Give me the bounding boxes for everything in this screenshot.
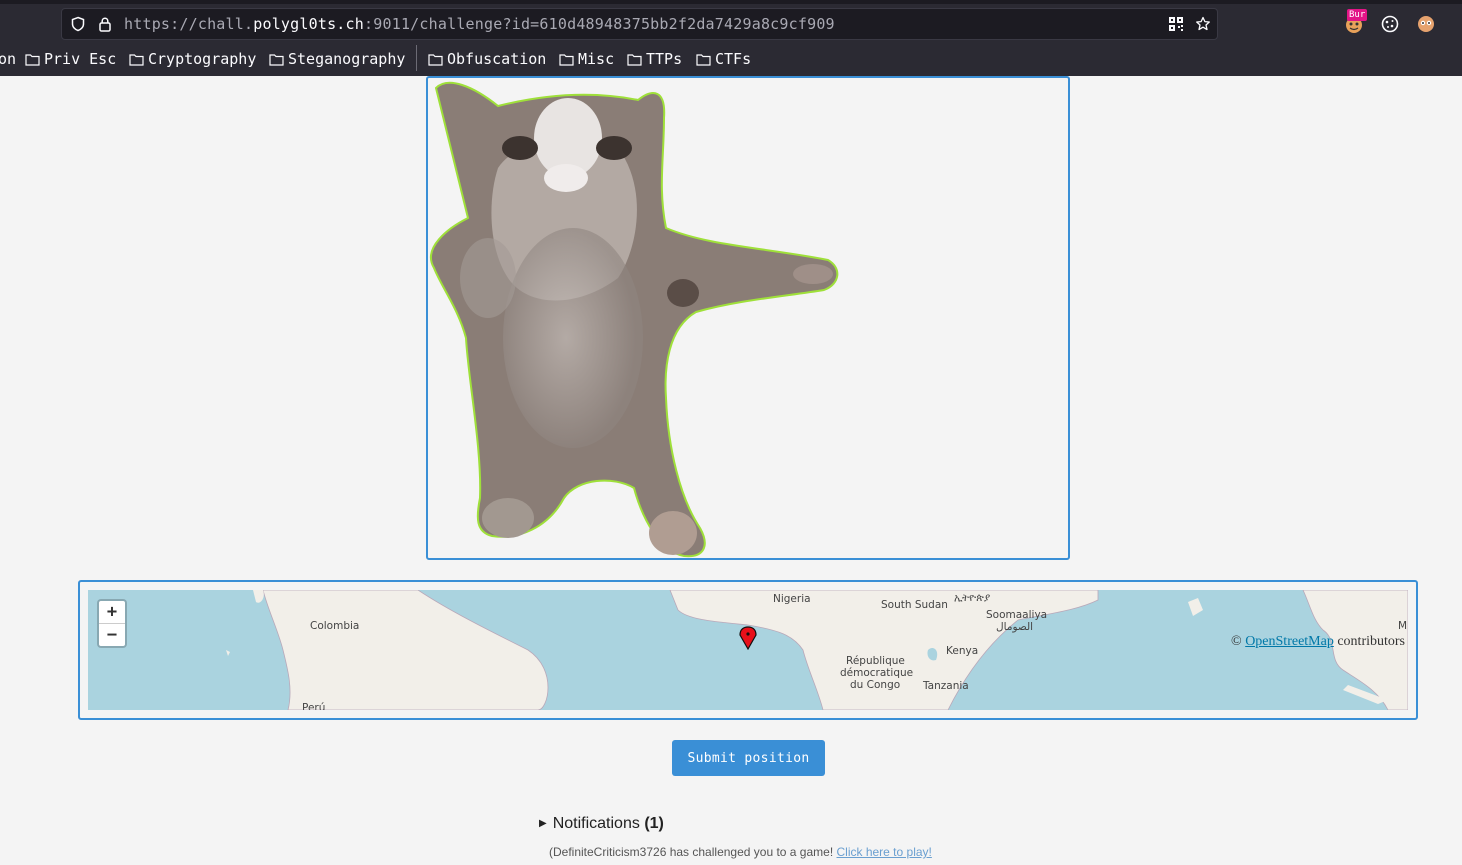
map-tiles bbox=[226, 590, 1408, 710]
map-label-tanzania: Tanzania bbox=[923, 680, 969, 692]
notifications-count: (1) bbox=[644, 815, 664, 832]
bookmark-label: CTFs bbox=[715, 50, 752, 68]
cat-image bbox=[430, 81, 839, 558]
bookmark-item-partial[interactable]: on bbox=[0, 48, 16, 70]
map-frame: Colombia Perú Nigeria South Sudan ኢትዮጵያ … bbox=[78, 580, 1418, 720]
folder-icon bbox=[696, 53, 711, 66]
bookmark-folder-misc[interactable]: Misc bbox=[559, 48, 614, 70]
url-path: :9011/challenge?id=610d48948375bb2f2da74… bbox=[364, 15, 835, 33]
map-label-drc-line1: République bbox=[846, 655, 905, 667]
zoom-in-button[interactable]: + bbox=[99, 601, 125, 624]
extension-badge: Bur bbox=[1347, 9, 1368, 21]
cookie-icon[interactable] bbox=[1380, 14, 1400, 34]
folder-icon bbox=[25, 53, 40, 66]
map-attribution: © OpenStreetMap contributors bbox=[1231, 634, 1405, 650]
lock-icon[interactable] bbox=[97, 16, 113, 32]
tab-strip bbox=[0, 0, 1462, 4]
map-label-colombia: Colombia bbox=[310, 620, 360, 632]
url-prefix: https://chall. bbox=[124, 15, 254, 33]
bookmark-label: TTPs bbox=[646, 50, 683, 68]
folder-icon bbox=[559, 53, 574, 66]
bookmark-label: Cryptography bbox=[148, 50, 257, 68]
map-label-ethiopia: ኢትዮጵያ bbox=[954, 592, 991, 604]
attribution-suffix: contributors bbox=[1337, 634, 1405, 649]
attribution-copyright: © bbox=[1231, 634, 1242, 649]
extension-avatar-icon[interactable] bbox=[1416, 14, 1436, 34]
map-label-somalia-arabic: الصومال bbox=[996, 621, 1034, 633]
world-map[interactable]: Colombia Perú Nigeria South Sudan ኢትዮጵያ … bbox=[88, 590, 1408, 710]
bookmark-folder-priv-esc[interactable]: Priv Esc bbox=[25, 48, 116, 70]
notifications-label: Notifications bbox=[552, 815, 640, 832]
folder-icon bbox=[269, 53, 284, 66]
bookmark-folder-ttps[interactable]: TTPs bbox=[627, 48, 682, 70]
folder-icon bbox=[627, 53, 642, 66]
disclosure-triangle-icon: ▶ bbox=[539, 818, 547, 829]
bookmark-folder-ctfs[interactable]: CTFs bbox=[696, 48, 751, 70]
map-label-nigeria: Nigeria bbox=[773, 593, 811, 605]
notification-text: (DefiniteCriticism3726 has challenged yo… bbox=[549, 845, 834, 859]
url-text[interactable]: https://chall.polygl0ts.ch:9011/challeng… bbox=[124, 15, 835, 33]
bookmark-label: Obfuscation bbox=[447, 50, 547, 68]
bookmarks-toolbar: on Priv Esc Cryptography Steganography O… bbox=[0, 48, 1462, 70]
folder-icon bbox=[428, 53, 443, 66]
challenge-image-frame bbox=[426, 76, 1070, 560]
browser-chrome: https://chall.polygl0ts.ch:9011/challeng… bbox=[0, 0, 1462, 76]
notifications-summary[interactable]: ▶ Notifications (1) bbox=[539, 815, 664, 833]
notification-message: (DefiniteCriticism3726 has challenged yo… bbox=[549, 845, 932, 859]
map-pin-icon[interactable] bbox=[738, 626, 758, 650]
bookmark-folder-steganography[interactable]: Steganography bbox=[269, 48, 405, 70]
bookmark-label: Misc bbox=[578, 50, 615, 68]
folder-icon bbox=[129, 53, 144, 66]
zoom-control: + − bbox=[97, 599, 127, 648]
qr-code-icon[interactable] bbox=[1168, 16, 1184, 32]
bookmark-label: Steganography bbox=[288, 50, 406, 68]
map-label-drc-line3: du Congo bbox=[850, 679, 901, 691]
map-label-peru: Perú bbox=[302, 702, 326, 710]
submit-position-button[interactable]: Submit position bbox=[672, 740, 825, 776]
map-label-somalia: Soomaaliya bbox=[986, 609, 1048, 621]
openstreetmap-link[interactable]: OpenStreetMap bbox=[1245, 634, 1334, 649]
map-label-drc-line2: démocratique bbox=[840, 667, 914, 679]
bookmark-folder-cryptography[interactable]: Cryptography bbox=[129, 48, 256, 70]
map-label-edge: M bbox=[1398, 620, 1408, 632]
play-link[interactable]: Click here to play! bbox=[837, 845, 932, 859]
bookmark-label: on bbox=[0, 50, 17, 68]
zoom-out-button[interactable]: − bbox=[99, 624, 125, 646]
bookmark-star-icon[interactable] bbox=[1195, 16, 1211, 32]
shield-icon[interactable] bbox=[70, 16, 86, 32]
url-bar[interactable]: https://chall.polygl0ts.ch:9011/challeng… bbox=[61, 8, 1218, 40]
bookmark-label: Priv Esc bbox=[44, 50, 117, 68]
bookmark-folder-obfuscation[interactable]: Obfuscation bbox=[428, 48, 546, 70]
map-label-south-sudan: South Sudan bbox=[881, 599, 948, 611]
map-label-kenya: Kenya bbox=[946, 645, 979, 657]
bookmarks-separator bbox=[416, 45, 417, 71]
url-host: polygl0ts.ch bbox=[253, 15, 365, 33]
